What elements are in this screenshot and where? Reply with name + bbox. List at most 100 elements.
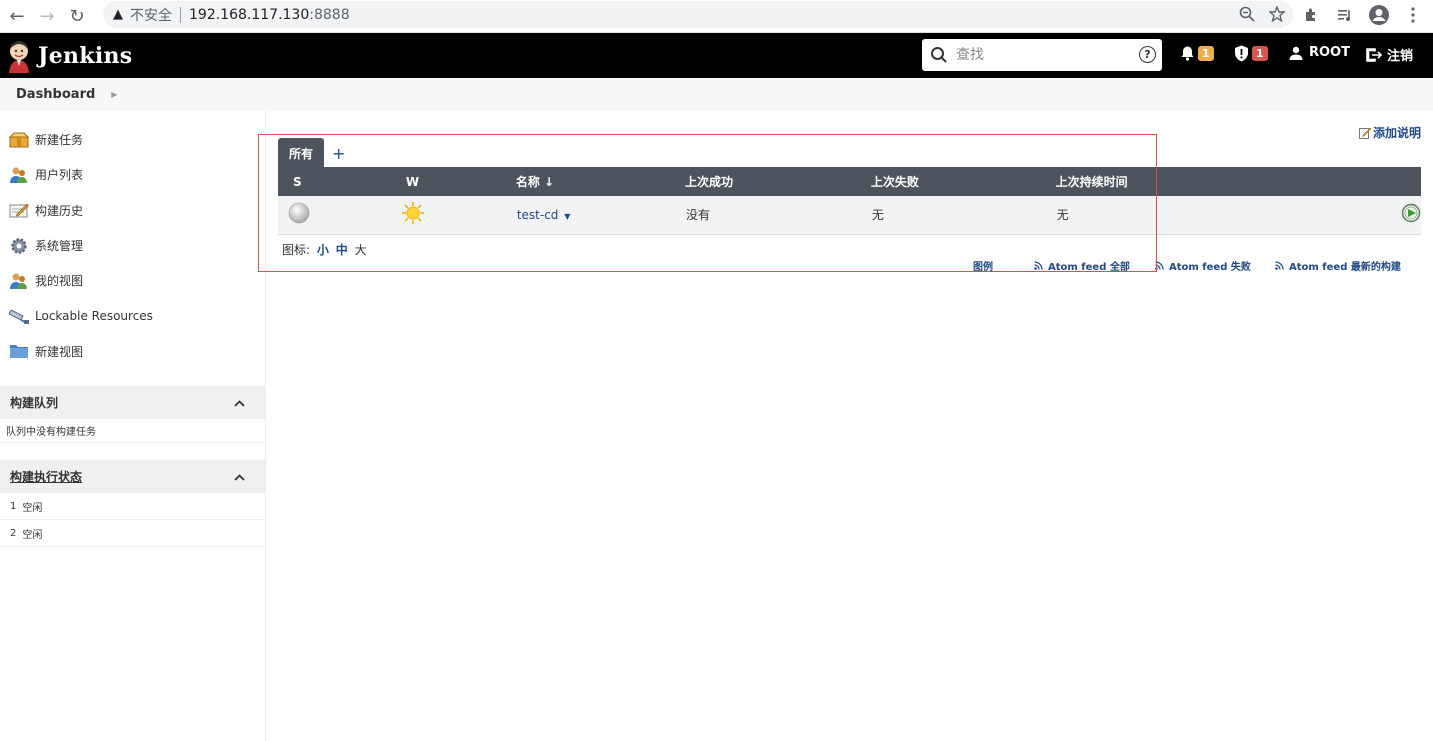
sunny-weather-icon [401,202,424,225]
logout-label: 注销 [1387,49,1414,64]
rss-icon [1034,261,1043,270]
zoom-icon[interactable] [1239,6,1255,22]
add-description-link[interactable]: 添加说明 [1358,124,1421,141]
logout-link[interactable]: 注销 [1366,45,1413,64]
icon-size-selector: 图标: 小 中 大 [282,241,367,258]
column-name[interactable]: 名称 ↓ [499,167,671,196]
sidebar-item-manage[interactable]: 系统管理 [0,228,265,263]
schedule-build-icon[interactable] [1401,203,1421,223]
column-last-success[interactable]: 上次成功 [670,167,856,196]
reload-icon[interactable]: ↻ [62,1,92,31]
user-icon [1289,46,1303,60]
icon-size-medium[interactable]: 中 [336,243,348,257]
executor-row: 1 空闲 [0,493,265,521]
column-last-duration[interactable]: 上次持续时间 [1040,167,1258,196]
table-row: test-cd ▼ 没有 无 无 [278,196,1421,235]
icon-size-label: 图标: [282,243,311,257]
security-status: 不安全 [130,7,172,24]
chevron-up-icon[interactable] [234,470,245,484]
executors-title[interactable]: 构建执行状态 [10,468,82,485]
job-last-success: 没有 [670,196,856,235]
security-badge: 1 [1252,46,1268,61]
status-ball-icon [288,202,310,224]
logout-icon [1366,47,1382,62]
search-input[interactable] [956,47,1126,63]
sidebar-item-my-views[interactable]: 我的视图 [0,263,265,298]
view-tabs: 所有 + [278,138,345,168]
rss-icon [1155,261,1164,270]
extensions-icon[interactable] [1299,3,1323,27]
job-actions-cell [1258,196,1421,235]
job-name-cell: test-cd ▼ [499,196,671,235]
bookmark-star-icon[interactable] [1269,6,1285,22]
rss-icon [1275,261,1284,270]
sidebar-item-new-view[interactable]: 新建视图 [0,334,265,369]
executors-header[interactable]: 构建执行状态 [0,460,265,494]
feed-failed-label: Atom feed 失败 [1169,262,1251,273]
build-queue-title: 构建队列 [10,396,59,411]
column-weather[interactable]: W [388,167,500,196]
column-last-failure[interactable]: 上次失败 [855,167,1041,196]
icon-size-small[interactable]: 小 [317,243,329,257]
jobs-table: S W 名称 ↓ 上次成功 上次失败 上次持续时间 test-cd ▼ 没有 无… [278,167,1421,235]
legend-label: 图例 [973,262,993,273]
feed-all-label: Atom feed 全部 [1048,262,1130,273]
users-icon [10,273,27,289]
sidebar-item-new-job[interactable]: 新建任务 [0,122,265,157]
job-menu-dropdown-icon[interactable]: ▼ [564,212,570,221]
jenkins-header: Jenkins ? 1 1 ROOT 注销 [0,33,1433,78]
url-host: 192.168.117.130 [189,6,310,23]
sidebar-item-lockable-resources[interactable]: Lockable Resources [0,298,265,333]
address-bar[interactable]: ▲ 不安全 192.168.117.130 :8888 [103,1,1293,28]
legend-link[interactable]: 图例 [973,258,993,273]
job-last-failure: 无 [855,196,1041,235]
breadcrumb-dashboard[interactable]: Dashboard [16,87,95,102]
user-link[interactable]: ROOT [1289,45,1350,60]
breadcrumb-arrow-icon[interactable]: ▶ [111,90,117,99]
search-help-icon[interactable]: ? [1139,46,1156,63]
add-description-label: 添加说明 [1372,126,1421,140]
job-status-cell [278,196,389,235]
column-status[interactable]: S [278,167,389,196]
notifications-badge: 1 [1198,45,1214,61]
sidebar-item-label: Lockable Resources [35,309,153,324]
jenkins-brand: Jenkins [38,42,133,69]
edit-icon [1358,127,1371,139]
notepad-icon [9,203,29,218]
bell-icon [1181,46,1194,61]
table-header-row: S W 名称 ↓ 上次成功 上次失败 上次持续时间 [278,167,1421,196]
breadcrumb: Dashboard ▶ [0,78,1433,111]
security-button[interactable]: 1 [1234,45,1268,62]
feed-all-link[interactable]: Atom feed 全部 [1034,258,1130,273]
browser-menu-icon[interactable] [1401,3,1425,27]
executor-status: 空闲 [22,529,43,541]
back-icon[interactable]: ← [2,1,32,31]
sidebar-item-label: 新建视图 [35,344,84,359]
build-queue-empty: 队列中没有构建任务 [0,419,265,444]
feed-latest-link[interactable]: Atom feed 最新的构建 [1275,258,1401,273]
column-actions [1258,167,1421,196]
build-queue-header[interactable]: 构建队列 [0,386,265,420]
sidebar-item-build-history[interactable]: 构建历史 [0,193,265,228]
chevron-up-icon[interactable] [234,396,245,410]
jenkins-home-link[interactable]: Jenkins [6,39,132,73]
folder-icon [10,345,28,359]
sidebar-item-label: 用户列表 [35,168,84,183]
media-queue-icon[interactable] [1333,3,1357,27]
users-icon [10,167,27,183]
sidebar-item-users[interactable]: 用户列表 [0,157,265,192]
job-link[interactable]: test-cd [517,208,559,222]
executor-number: 2 [10,527,17,539]
job-last-duration: 无 [1040,196,1258,235]
feed-failed-link[interactable]: Atom feed 失败 [1155,258,1251,273]
profile-avatar-icon[interactable] [1367,3,1391,27]
gear-icon [11,237,27,254]
sidebar-item-label: 新建任务 [35,133,84,148]
search-icon [931,47,947,63]
tab-all[interactable]: 所有 [278,138,325,168]
forward-icon[interactable]: → [32,1,62,31]
search-box[interactable]: ? [922,39,1162,71]
notifications-button[interactable]: 1 [1180,45,1214,61]
icon-size-large: 大 [354,243,367,257]
add-view-button[interactable]: + [332,138,345,168]
